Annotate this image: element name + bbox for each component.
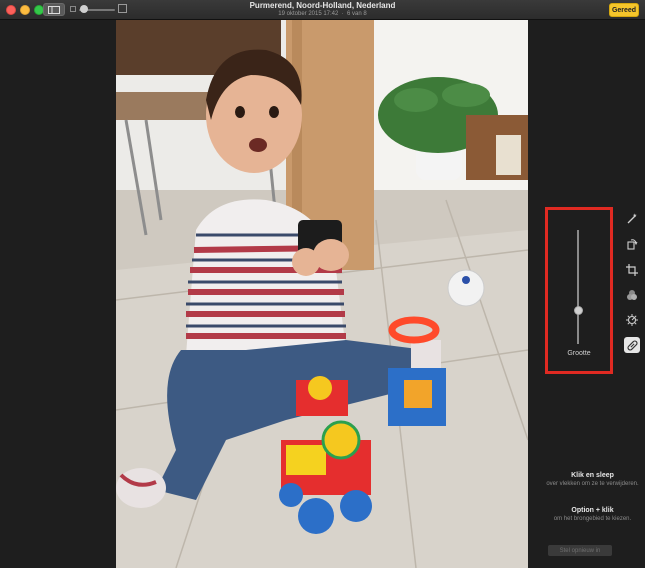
crop-icon — [626, 264, 638, 276]
adjust-icon — [626, 314, 638, 326]
rotate-tool-button[interactable] — [624, 236, 640, 252]
photo-image — [116, 20, 528, 568]
retouch-tool-button[interactable] — [624, 337, 640, 353]
photo-location-title: Purmerend, Noord-Holland, Nederland — [249, 1, 396, 10]
reset-button[interactable]: Stel opnieuw in — [548, 545, 612, 556]
done-button[interactable]: Gereed — [609, 3, 639, 17]
help-drag: Klik en sleep over vlekken om ze te verw… — [540, 472, 645, 488]
adjust-tool-button[interactable] — [624, 312, 640, 328]
help-option-click: Option + klik om het brongebied te kieze… — [540, 507, 645, 523]
photo-date-subtitle: 19 oktober 2015 17:42 · 6 van 8 — [278, 11, 367, 17]
photo[interactable] — [116, 20, 528, 568]
enhance-tool-button[interactable] — [624, 211, 640, 227]
size-slider-knob[interactable] — [574, 305, 583, 315]
help-option-description: om het brongebied te kiezen. — [553, 516, 632, 522]
help-drag-description: over vlekken om ze te verwijderen. — [546, 481, 639, 487]
filters-icon — [627, 290, 637, 300]
magic-wand-icon — [627, 213, 637, 224]
help-drag-title: Klik en sleep — [571, 472, 614, 479]
crop-tool-button[interactable] — [624, 262, 640, 278]
title-bar: Purmerend, Noord-Holland, Nederland 19 o… — [0, 0, 645, 20]
size-label: Grootte — [567, 350, 591, 357]
help-option-title: Option + klik — [571, 507, 614, 514]
retouch-bandage-icon — [626, 339, 638, 351]
rotate-icon — [627, 239, 638, 250]
filters-tool-button[interactable] — [624, 287, 640, 303]
size-slider[interactable] — [577, 230, 579, 344]
size-slider-highlight — [545, 207, 613, 374]
